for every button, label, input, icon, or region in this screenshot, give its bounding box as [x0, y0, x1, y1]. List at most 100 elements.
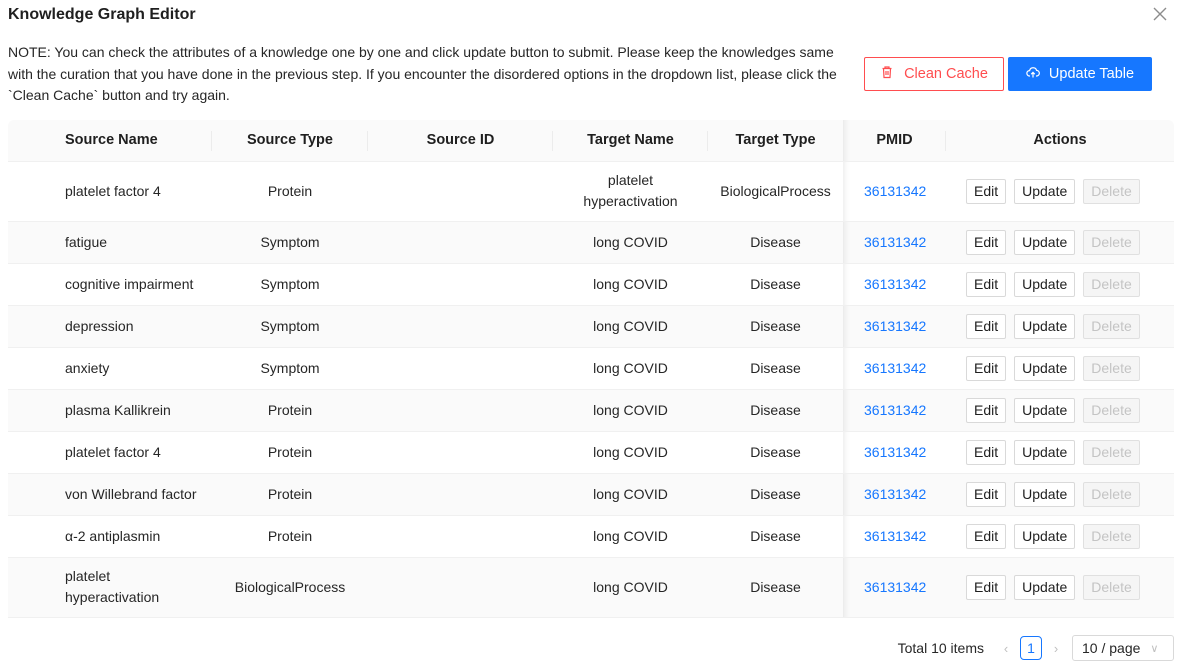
source-id-cell	[368, 515, 553, 558]
pmid-link[interactable]: 36131342	[864, 234, 926, 250]
edit-button[interactable]: Edit	[966, 271, 1007, 297]
table-row: plasma Kallikrein Protein long COVID Diseas…	[8, 389, 1174, 432]
target-name-cell: long COVID	[553, 263, 708, 306]
actions-cell: Edit Update Delete	[946, 389, 1174, 432]
delete-button[interactable]: Delete	[1083, 481, 1140, 507]
pmid-cell: 36131342	[843, 431, 946, 474]
target-name-cell: long COVID	[553, 347, 708, 390]
update-button[interactable]: Update	[1014, 439, 1076, 465]
edit-button[interactable]: Edit	[966, 397, 1007, 423]
pmid-cell: 36131342	[843, 473, 946, 516]
source-name-cell: depression	[8, 305, 212, 348]
delete-button[interactable]: Delete	[1083, 523, 1140, 549]
pmid-cell: 36131342	[843, 389, 946, 432]
source-id-cell	[368, 431, 553, 474]
delete-button[interactable]: Delete	[1083, 313, 1140, 339]
update-button[interactable]: Update	[1014, 355, 1076, 381]
update-button[interactable]: Update	[1014, 271, 1076, 297]
pmid-link[interactable]: 36131342	[864, 183, 926, 199]
target-name-cell: long COVID	[553, 515, 708, 558]
delete-button[interactable]: Delete	[1083, 439, 1140, 465]
page-1-button[interactable]: 1	[1020, 636, 1042, 660]
edit-button[interactable]: Edit	[966, 355, 1007, 381]
knowledge-table: Source Name Source Type Source ID Target…	[8, 120, 1174, 618]
clean-cache-button[interactable]: Clean Cache	[864, 57, 1004, 91]
column-header[interactable]: Source Type	[212, 120, 368, 162]
update-table-label: Update Table	[1048, 66, 1135, 82]
target-type-cell: BiologicalProcess	[708, 161, 843, 222]
pmid-link[interactable]: 36131342	[864, 360, 926, 376]
total-items: Total 10 items	[897, 640, 984, 656]
target-name-cell: long COVID	[553, 431, 708, 474]
table-row: anxiety Symptom long COVID Disease 36131342 E…	[8, 347, 1174, 390]
target-type-cell: Disease	[708, 221, 843, 264]
update-button[interactable]: Update	[1014, 574, 1076, 600]
source-type-cell: Protein	[212, 473, 368, 516]
delete-button[interactable]: Delete	[1083, 397, 1140, 423]
target-type-cell: Disease	[708, 473, 843, 516]
column-header[interactable]: PMID	[843, 120, 946, 162]
target-name-cell: long COVID	[553, 557, 708, 618]
edit-button[interactable]: Edit	[966, 439, 1007, 465]
trash-icon	[880, 65, 894, 83]
pmid-link[interactable]: 36131342	[864, 276, 926, 292]
page-size-select[interactable]: 10 / page ∨	[1072, 635, 1174, 661]
cloud-upload-icon	[1026, 65, 1040, 83]
pmid-link[interactable]: 36131342	[864, 318, 926, 334]
pmid-link[interactable]: 36131342	[864, 486, 926, 502]
column-header[interactable]: Actions	[946, 120, 1174, 162]
update-button[interactable]: Update	[1014, 481, 1076, 507]
pmid-link[interactable]: 36131342	[864, 528, 926, 544]
page-size-label: 10 / page	[1082, 640, 1141, 656]
pmid-link[interactable]: 36131342	[864, 579, 926, 595]
update-button[interactable]: Update	[1014, 229, 1076, 255]
column-header[interactable]: Source Name	[8, 120, 212, 162]
update-button[interactable]: Update	[1014, 523, 1076, 549]
delete-button[interactable]: Delete	[1083, 355, 1140, 381]
column-header[interactable]: Target Type	[708, 120, 843, 162]
update-button[interactable]: Update	[1014, 397, 1076, 423]
target-name-cell: long COVID	[553, 221, 708, 264]
edit-button[interactable]: Edit	[966, 178, 1007, 204]
pmid-link[interactable]: 36131342	[864, 402, 926, 418]
delete-button[interactable]: Delete	[1083, 574, 1140, 600]
source-name-cell: α-2 antiplasmin	[8, 515, 212, 558]
source-type-cell: Symptom	[212, 305, 368, 348]
pmid-cell: 36131342	[843, 161, 946, 222]
table-row: depression Symptom long COVID Disease 361313…	[8, 305, 1174, 348]
column-header[interactable]: Target Name	[553, 120, 708, 162]
pmid-cell: 36131342	[843, 263, 946, 306]
source-name-cell: von Willebrand factor	[8, 473, 212, 516]
edit-button[interactable]: Edit	[966, 523, 1007, 549]
table-header-row: Source Name Source Type Source ID Target…	[8, 120, 1174, 162]
edit-button[interactable]: Edit	[966, 229, 1007, 255]
close-icon[interactable]	[1148, 2, 1172, 26]
delete-button[interactable]: Delete	[1083, 229, 1140, 255]
source-id-cell	[368, 221, 553, 264]
table-row: platelet factor 4 Protein platelet hyperac…	[8, 161, 1174, 222]
source-id-cell	[368, 161, 553, 222]
actions-cell: Edit Update Delete	[946, 305, 1174, 348]
edit-button[interactable]: Edit	[966, 481, 1007, 507]
delete-button[interactable]: Delete	[1083, 271, 1140, 297]
instruction-note: NOTE: You can check the attributes of a …	[8, 44, 837, 103]
source-id-cell	[368, 347, 553, 390]
chevron-left-icon[interactable]: ‹	[998, 641, 1014, 656]
edit-button[interactable]: Edit	[966, 574, 1007, 600]
table-row: von Willebrand factor Protein long COVID Di…	[8, 473, 1174, 516]
source-name-cell: platelet factor 4	[8, 161, 212, 222]
delete-button[interactable]: Delete	[1083, 178, 1140, 204]
edit-button[interactable]: Edit	[966, 313, 1007, 339]
dialog-header: Knowledge Graph Editor	[0, 0, 1182, 36]
update-table-button[interactable]: Update Table	[1008, 57, 1152, 91]
pmid-cell: 36131342	[843, 515, 946, 558]
update-button[interactable]: Update	[1014, 178, 1076, 204]
update-button[interactable]: Update	[1014, 313, 1076, 339]
target-name-cell: long COVID	[553, 389, 708, 432]
pagination: Total 10 items ‹ 1 › 10 / page ∨	[898, 634, 1174, 662]
chevron-right-icon[interactable]: ›	[1048, 641, 1064, 656]
column-header[interactable]: Source ID	[368, 120, 553, 162]
pmid-link[interactable]: 36131342	[864, 444, 926, 460]
pmid-cell: 36131342	[843, 305, 946, 348]
chevron-down-icon: ∨	[1150, 642, 1159, 655]
